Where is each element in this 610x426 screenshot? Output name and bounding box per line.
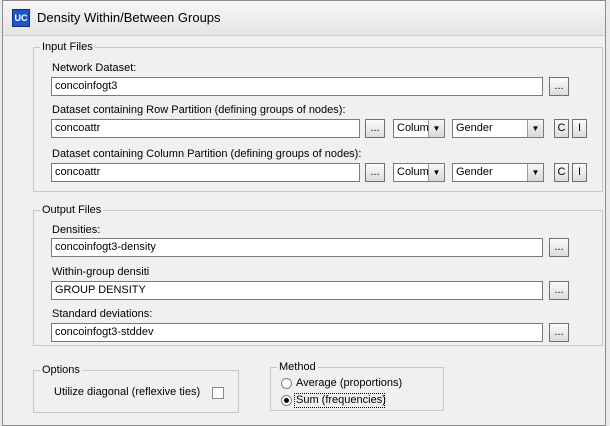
within-group-input[interactable]: GROUP DENSITY (51, 281, 543, 300)
chevron-down-icon: ▼ (527, 164, 543, 181)
column-partition-browse-button[interactable]: ... (365, 163, 385, 182)
output-files-group: Output Files Densities: concoinfogt3-den… (33, 204, 603, 346)
chevron-down-icon: ▼ (527, 120, 543, 137)
row-partition-i-button[interactable]: I (572, 119, 587, 138)
dialog-window: UC Density Within/Between Groups Input F… (2, 0, 606, 426)
column-partition-i-button[interactable]: I (572, 163, 587, 182)
title-bar: UC Density Within/Between Groups (3, 1, 605, 36)
row-partition-browse-button[interactable]: ... (365, 119, 385, 138)
row-partition-c-button[interactable]: C (554, 119, 569, 138)
sum-label: Sum (frequencies) (296, 394, 386, 406)
column-partition-label: Dataset containing Column Partition (def… (52, 148, 362, 160)
row-partition-attribute-select[interactable]: Gender ▼ (452, 119, 544, 138)
column-partition-attribute-value: Gender (456, 166, 493, 178)
row-partition-dimension-value: Columi (397, 122, 432, 134)
input-files-group: Input Files Network Dataset: concoinfogt… (33, 41, 603, 192)
within-group-browse-button[interactable]: ... (549, 281, 569, 300)
standard-deviations-browse-button[interactable]: ... (549, 323, 569, 342)
chevron-down-icon: ▼ (428, 120, 444, 137)
column-partition-input[interactable]: concoattr (51, 163, 360, 182)
app-icon: UC (12, 9, 30, 27)
method-legend: Method (277, 361, 318, 373)
chevron-down-icon: ▼ (428, 164, 444, 181)
network-dataset-browse-button[interactable]: ... (549, 77, 569, 96)
sum-radio[interactable] (281, 395, 292, 406)
options-legend: Options (40, 364, 82, 376)
average-label: Average (proportions) (296, 377, 403, 389)
input-files-legend: Input Files (40, 41, 95, 53)
standard-deviations-label: Standard deviations: (52, 308, 153, 320)
window-title: Density Within/Between Groups (37, 10, 221, 25)
method-group: Method Average (proportions) Sum (freque… (270, 361, 444, 411)
densities-browse-button[interactable]: ... (549, 238, 569, 257)
within-group-label: Within-group densiti (52, 266, 150, 278)
row-partition-input[interactable]: concoattr (51, 119, 360, 138)
average-radio[interactable] (281, 378, 292, 389)
column-partition-attribute-select[interactable]: Gender ▼ (452, 163, 544, 182)
output-files-legend: Output Files (40, 204, 104, 216)
utilize-diagonal-label: Utilize diagonal (reflexive ties) (54, 386, 201, 398)
standard-deviations-input[interactable]: concoinfogt3-stddev (51, 323, 543, 342)
network-dataset-input[interactable]: concoinfogt3 (51, 77, 543, 96)
densities-label: Densities: (52, 224, 101, 236)
row-partition-dimension-select[interactable]: Columi ▼ (393, 119, 445, 138)
column-partition-dimension-select[interactable]: Columi ▼ (393, 163, 445, 182)
row-partition-label: Dataset containing Row Partition (defini… (52, 104, 346, 116)
column-partition-c-button[interactable]: C (554, 163, 569, 182)
row-partition-attribute-value: Gender (456, 122, 493, 134)
options-group: Options Utilize diagonal (reflexive ties… (33, 364, 239, 413)
utilize-diagonal-checkbox[interactable] (212, 387, 224, 399)
densities-input[interactable]: concoinfogt3-density (51, 238, 543, 257)
network-dataset-label: Network Dataset: (52, 62, 137, 74)
column-partition-dimension-value: Columi (397, 166, 432, 178)
